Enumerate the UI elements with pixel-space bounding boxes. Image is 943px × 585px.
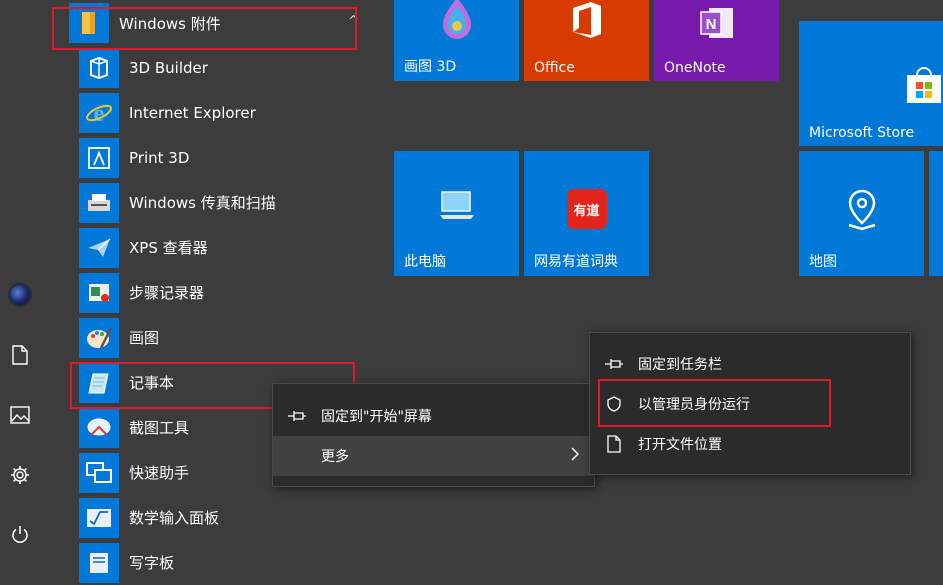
pictures-button[interactable] — [0, 395, 40, 435]
internet-explorer-icon: e — [79, 92, 119, 133]
app-xps-viewer[interactable]: XPS 查看器 — [79, 225, 208, 270]
folder-icon — [69, 3, 109, 43]
menu-item-label: 打开文件位置 — [638, 437, 722, 453]
app-label: Windows 传真和扫描 — [129, 194, 276, 212]
tile-partial-right[interactable] — [929, 151, 943, 276]
svg-text:e: e — [94, 101, 105, 127]
app-math-input[interactable]: 数学输入面板 — [79, 495, 219, 540]
app-label: XPS 查看器 — [129, 239, 208, 257]
steps-recorder-icon — [79, 272, 119, 313]
app-label: Print 3D — [129, 148, 190, 167]
menu-item-open-file-location[interactable]: 打开文件位置 — [590, 424, 910, 464]
onenote-icon: N — [654, 6, 779, 40]
tile-office[interactable]: Office — [524, 0, 649, 81]
app-label: 3D Builder — [129, 58, 208, 77]
document-icon — [12, 345, 28, 365]
math-input-icon — [79, 497, 119, 538]
wordpad-icon — [79, 542, 119, 583]
tile-label: 此电脑 — [404, 254, 446, 270]
app-snipping-tool[interactable]: 截图工具 — [79, 405, 189, 450]
start-left-rail — [0, 0, 40, 559]
tile-onenote[interactable]: N OneNote — [654, 0, 779, 81]
app-label: 数学输入面板 — [129, 509, 220, 527]
tile-label: Office — [534, 60, 575, 76]
power-icon — [12, 526, 28, 543]
3d-builder-icon — [79, 47, 119, 88]
app-quick-assist[interactable]: 快速助手 — [79, 450, 189, 495]
shield-icon — [590, 395, 638, 413]
map-pin-icon — [799, 189, 924, 231]
power-button[interactable] — [0, 515, 40, 555]
tile-microsoft-store[interactable]: Microsoft Store — [799, 21, 943, 146]
tile-maps[interactable]: 地图 — [799, 151, 924, 276]
print-3d-icon — [79, 137, 119, 178]
user-avatar-button[interactable] — [0, 275, 40, 315]
menu-item-run-as-admin[interactable]: 以管理员身份运行 — [590, 384, 910, 424]
menu-item-pin-to-taskbar[interactable]: 固定到任务栏 — [590, 344, 910, 384]
office-icon — [524, 0, 649, 40]
pin-icon — [590, 357, 638, 371]
gear-icon — [11, 466, 29, 484]
paint-icon — [79, 317, 119, 358]
app-steps-recorder[interactable]: 步骤记录器 — [79, 270, 204, 315]
app-label: 截图工具 — [129, 419, 190, 437]
app-notepad[interactable]: 记事本 — [79, 360, 174, 405]
xps-viewer-icon — [79, 227, 119, 268]
context-menu-primary: 固定到"开始"屏幕 更多 — [272, 383, 595, 487]
app-label: 写字板 — [129, 554, 175, 572]
tile-label: 画图 3D — [404, 59, 457, 75]
tile-label: OneNote — [664, 60, 726, 76]
documents-button[interactable] — [0, 335, 40, 375]
quick-assist-icon — [79, 452, 119, 493]
tile-label: 网易有道词典 — [534, 254, 618, 270]
group-windows-accessories[interactable]: Windows 附件 ^ — [69, 2, 359, 44]
context-menu-more-submenu: 固定到任务栏 以管理员身份运行 打开文件位置 — [589, 332, 911, 475]
youdao-logo: 有道 — [566, 189, 607, 229]
tile-paint-3d[interactable]: 画图 3D — [394, 0, 519, 81]
menu-item-label: 固定到任务栏 — [638, 357, 722, 373]
avatar — [8, 283, 32, 307]
app-internet-explorer[interactable]: e Internet Explorer — [79, 90, 256, 135]
picture-icon — [10, 406, 30, 424]
snipping-tool-icon — [79, 407, 119, 448]
computer-icon — [394, 189, 519, 223]
tile-label: 地图 — [809, 254, 837, 270]
app-label: 步骤记录器 — [129, 284, 205, 302]
app-wordpad[interactable]: 写字板 — [79, 540, 174, 585]
menu-item-label: 更多 — [321, 449, 349, 465]
chevron-right-icon — [570, 446, 580, 466]
app-label: Internet Explorer — [129, 103, 256, 122]
tile-this-pc[interactable]: 此电脑 — [394, 151, 519, 276]
tile-youdao-dict[interactable]: 有道 网易有道词典 — [524, 151, 649, 276]
paint-3d-icon — [394, 0, 519, 40]
app-paint[interactable]: 画图 — [79, 315, 159, 360]
chevron-up-icon[interactable]: ^ — [348, 14, 359, 29]
notepad-icon — [79, 362, 119, 403]
svg-text:N: N — [705, 16, 716, 33]
menu-item-label: 以管理员身份运行 — [638, 397, 750, 413]
pin-icon — [273, 409, 321, 423]
menu-item-more[interactable]: 更多 — [273, 436, 594, 476]
menu-item-pin-to-start[interactable]: 固定到"开始"屏幕 — [273, 396, 594, 436]
tile-label: Microsoft Store — [809, 125, 915, 141]
youdao-icon: 有道 — [524, 189, 649, 229]
file-icon — [590, 435, 638, 453]
app-label: 记事本 — [129, 374, 175, 392]
app-print-3d[interactable]: Print 3D — [79, 135, 189, 180]
app-fax-scan[interactable]: Windows 传真和扫描 — [79, 180, 276, 225]
app-label: 画图 — [129, 329, 160, 347]
app-3d-builder[interactable]: 3D Builder — [79, 45, 208, 90]
menu-item-label: 固定到"开始"屏幕 — [321, 409, 432, 425]
store-icon — [905, 65, 943, 109]
app-label: 快速助手 — [129, 464, 190, 482]
fax-scan-icon — [79, 182, 119, 223]
group-label: Windows 附件 — [119, 14, 221, 33]
settings-button[interactable] — [0, 455, 40, 495]
